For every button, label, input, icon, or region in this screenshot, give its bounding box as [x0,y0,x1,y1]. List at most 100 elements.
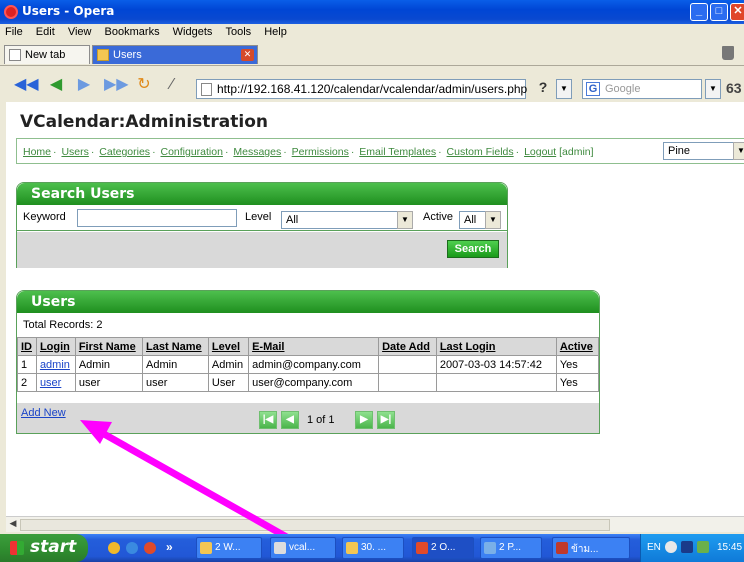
folder-icon [200,542,212,554]
cell-last-login: 2007-03-03 14:57:42 [435,355,557,374]
col-email[interactable]: E-Mail [248,337,380,356]
search-placeholder: Google [605,83,641,95]
zoom-label[interactable]: 63 [726,80,742,96]
col-login[interactable]: Login [35,337,76,356]
horizontal-scrollbar[interactable]: ◀ [6,516,744,532]
next-page-icon[interactable]: ▶ [355,411,373,429]
page-icon [9,49,21,61]
nav-links: Home · Users · Categories · Configuration · … [23,146,594,158]
keyword-input[interactable] [77,209,237,227]
fast-forward-icon[interactable]: ▶▶ [104,76,129,94]
page-icon [97,49,109,61]
theme-select[interactable]: Pine ▼ [663,142,744,160]
edit-icon[interactable]: ⁄ [162,76,182,94]
search-button[interactable]: Search [447,240,499,258]
help-icon[interactable]: ? [532,79,554,99]
first-page-icon[interactable]: |◀ [259,411,277,429]
tab-label: Users [113,49,142,61]
cell-last-name: user [142,373,209,392]
trash-icon[interactable] [722,46,734,60]
back-icon[interactable]: ◀ [46,76,66,94]
login-link[interactable]: user [40,377,61,389]
close-button[interactable]: ✕ [730,3,744,21]
quicklaunch-more[interactable]: » [166,540,173,554]
task-button[interactable]: 2 P... [480,537,542,559]
forward-icon[interactable]: ▶ [74,76,94,94]
task-button[interactable]: 2 O... [412,537,474,559]
menu-widgets[interactable]: Widgets [168,24,218,38]
address-dropdown-icon[interactable]: ▼ [556,79,572,99]
windows-logo-icon [10,541,24,555]
search-dropdown-icon[interactable]: ▼ [705,79,721,99]
nav-email-templates[interactable]: Email Templates [359,146,436,158]
nav-configuration[interactable]: Configuration [160,146,222,158]
maximize-button[interactable]: □ [710,3,728,21]
col-last-name[interactable]: Last Name [142,337,209,356]
prev-page-icon[interactable]: ◀ [281,411,299,429]
col-active[interactable]: Active [555,337,600,356]
tray-icon[interactable] [665,541,677,553]
rewind-icon[interactable]: ◀◀ [14,76,39,94]
opera-icon [416,542,428,554]
cell-email: admin@company.com [248,355,380,374]
quicklaunch-icon[interactable] [108,542,120,554]
clock: 15:45 [717,542,743,553]
active-value: All [464,214,477,226]
menu-file[interactable]: File [0,24,28,38]
task-button[interactable]: ข้าม... [552,537,630,559]
tab-close-icon[interactable]: ✕ [241,49,254,61]
tab-users[interactable]: Users ✕ [92,45,258,64]
menu-help[interactable]: Help [259,24,292,38]
users-panel-title: Users [17,291,599,313]
active-label: Active [423,211,453,223]
nav-home[interactable]: Home [23,146,51,158]
language-indicator[interactable]: EN [647,542,661,553]
scroll-left-icon[interactable]: ◀ [6,518,20,532]
pager-text: 1 of 1 [307,414,335,426]
start-button[interactable]: start [0,534,88,562]
menu-view[interactable]: View [63,24,97,38]
opera-icon [4,5,18,19]
nav-categories[interactable]: Categories [99,146,150,158]
task-button[interactable]: 2 W... [196,537,262,559]
nav-permissions[interactable]: Permissions [292,146,349,158]
menu-edit[interactable]: Edit [31,24,60,38]
total-value: 2 [96,319,103,331]
col-id[interactable]: ID [17,337,37,356]
ie-icon[interactable] [126,542,138,554]
cell-active: Yes [555,373,600,392]
active-select[interactable]: All ▼ [459,211,501,229]
nav-users[interactable]: Users [61,146,88,158]
nav-logout[interactable]: Logout [524,146,556,158]
reload-icon[interactable]: ↻ [134,76,154,94]
cell-id: 1 [17,355,37,374]
search-input[interactable]: G Google [582,79,702,99]
menu-bookmarks[interactable]: Bookmarks [100,24,165,38]
level-select[interactable]: All ▼ [281,211,413,229]
tab-new-tab[interactable]: New tab [4,45,90,64]
col-first-name[interactable]: First Name [74,337,144,356]
task-button[interactable]: vcal... [270,537,336,559]
col-last-login[interactable]: Last Login [435,337,557,356]
col-level[interactable]: Level [207,337,250,356]
address-bar[interactable]: http://192.168.41.120/calendar/vcalendar… [196,79,527,99]
tray-icon[interactable] [697,541,709,553]
task-button[interactable]: 30. ... [342,537,404,559]
col-date-add[interactable]: Date Add [378,337,437,356]
add-new-link[interactable]: Add New [21,407,66,419]
opera-quicklaunch-icon[interactable] [144,542,156,554]
task-label: vcal... [289,542,316,553]
tray-icon[interactable] [681,541,693,553]
minimize-button[interactable]: _ [690,3,708,21]
theme-value: Pine [668,145,691,157]
login-link[interactable]: admin [40,359,70,371]
nav-custom-fields[interactable]: Custom Fields [447,146,514,158]
nav-messages[interactable]: Messages [233,146,281,158]
admin-nav: Home · Users · Categories · Configuration · … [16,138,744,164]
scroll-thumb[interactable] [20,519,610,531]
document-icon [274,542,286,554]
page-content: VCalendar:Administration Home · Users · Ca… [6,102,744,516]
google-icon: G [586,82,600,96]
last-page-icon[interactable]: ▶| [377,411,395,429]
menu-tools[interactable]: Tools [220,24,256,38]
